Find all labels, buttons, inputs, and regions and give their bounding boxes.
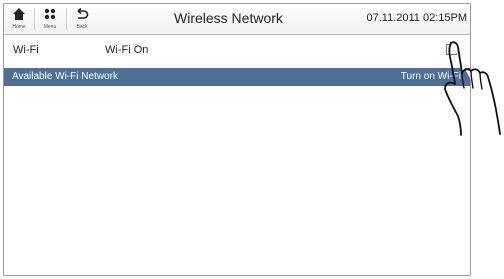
wifi-row[interactable]: Wi-Fi Wi-Fi On xyxy=(4,35,470,67)
home-button[interactable]: Home xyxy=(6,4,32,34)
back-button[interactable]: Back xyxy=(69,4,95,34)
available-networks-label: Available Wi-Fi Network xyxy=(12,71,118,82)
separator xyxy=(66,8,67,30)
back-button-label: Back xyxy=(76,24,88,30)
separator xyxy=(34,8,35,30)
menu-button-label: Menu xyxy=(43,24,57,30)
wireless-network-screen: Home Menu Back Wireless Network 07.11.20… xyxy=(3,3,471,276)
home-button-label: Home xyxy=(12,24,26,30)
home-icon xyxy=(13,8,25,20)
wifi-status: Wi-Fi On xyxy=(105,44,149,56)
wifi-label: Wi-Fi xyxy=(13,44,39,56)
menu-icon xyxy=(44,8,56,20)
back-icon xyxy=(77,7,89,19)
page-title: Wireless Network xyxy=(174,10,283,26)
hand-pointer-icon xyxy=(444,41,501,136)
top-bar: Home Menu Back Wireless Network 07.11.20… xyxy=(4,4,470,35)
available-networks-header: Available Wi-Fi Network Turn on Wi-Fi xyxy=(4,68,470,86)
clock: 07.11.2011 02:15PM xyxy=(366,12,467,24)
menu-button[interactable]: Menu xyxy=(37,4,63,34)
